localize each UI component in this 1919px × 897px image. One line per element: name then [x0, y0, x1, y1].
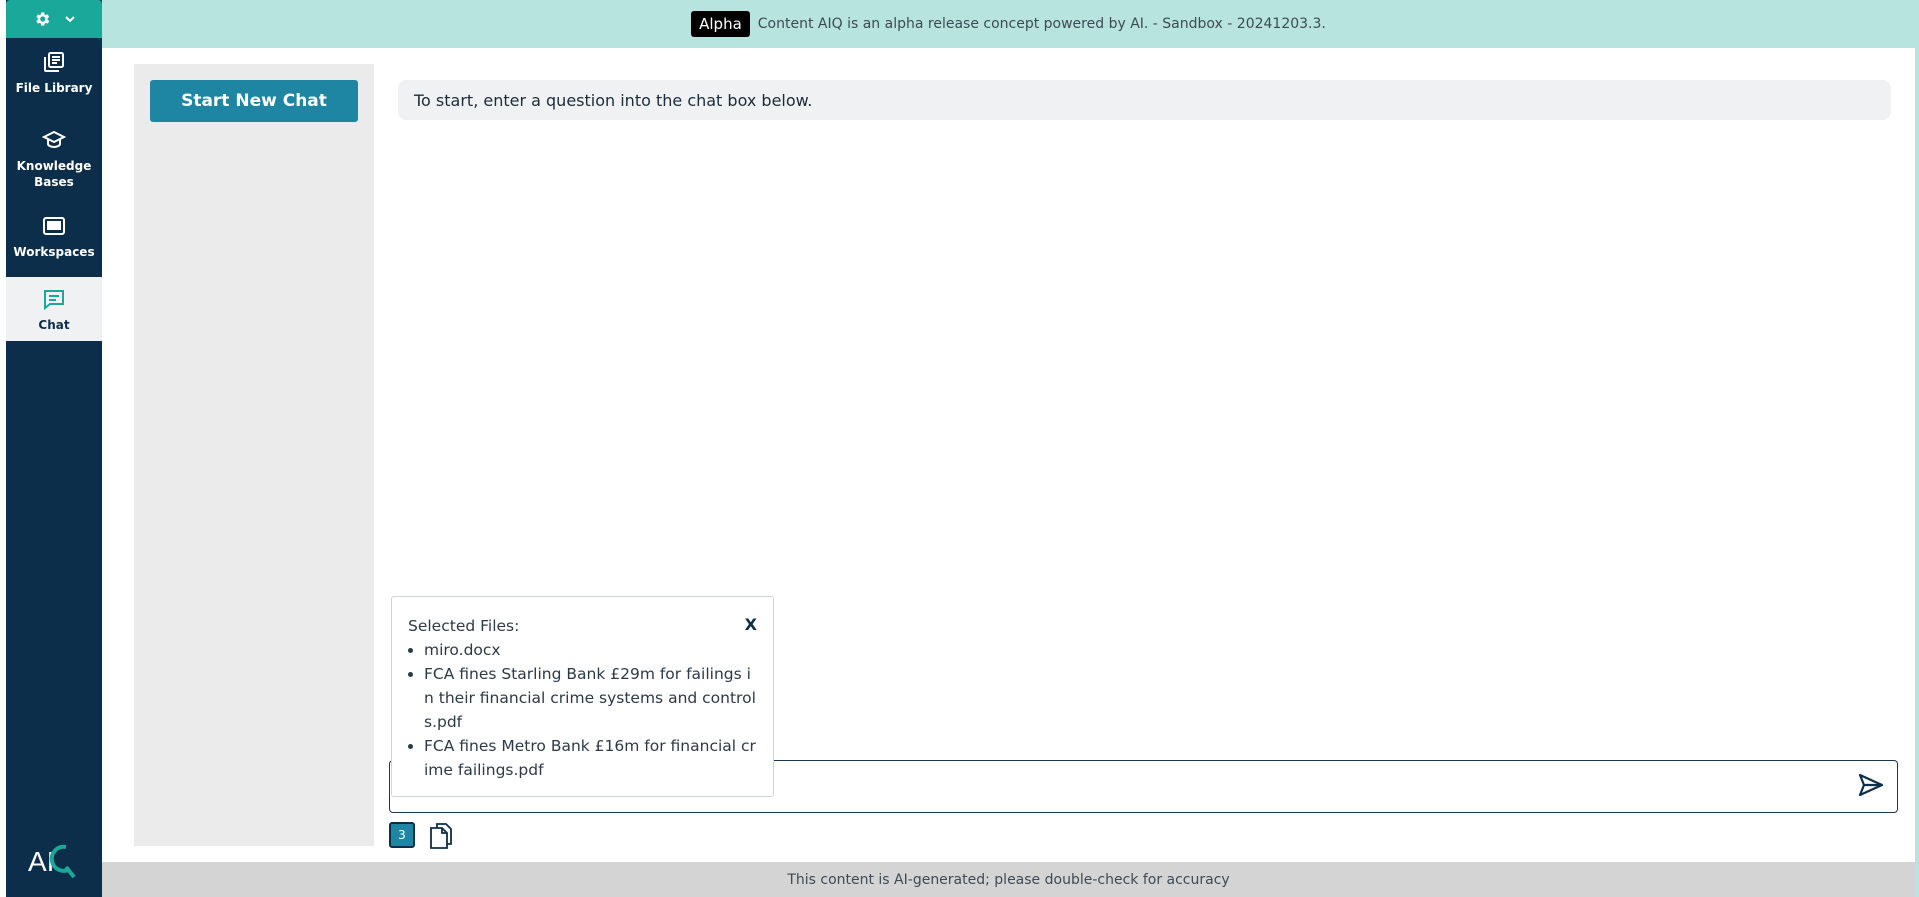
sidebar-item-label: Workspaces — [13, 245, 95, 259]
sidebar-item-label: Knowledge Bases — [16, 159, 92, 189]
gear-icon — [33, 10, 51, 28]
start-new-chat-button[interactable]: Start New Chat — [150, 80, 358, 122]
sidebar: File Library Knowledge Bases Workspaces … — [6, 0, 102, 897]
chat-list-panel: Start New Chat — [134, 64, 374, 846]
documents-icon — [429, 823, 453, 854]
selected-file-item: miro.docx — [424, 638, 757, 662]
chevron-down-icon — [65, 15, 75, 23]
sidebar-item-file-library[interactable]: File Library — [6, 48, 102, 104]
intro-message-text: To start, enter a question into the chat… — [414, 90, 813, 110]
footer-text: This content is AI-generated; please dou… — [787, 871, 1230, 888]
sidebar-item-knowledge-bases[interactable]: Knowledge Bases — [6, 126, 102, 192]
window-edge — [1915, 0, 1919, 897]
sidebar-item-label: File Library — [15, 81, 93, 95]
workspace-icon — [40, 212, 68, 240]
banner-text: Content AIQ is an alpha release concept … — [757, 16, 1326, 32]
selected-files-title: Selected Files: — [408, 617, 520, 635]
selected-file-count-badge[interactable]: 3 — [389, 822, 415, 848]
sidebar-item-label: Chat — [38, 318, 70, 332]
selected-file-item: FCA fines Metro Bank £16m for financial … — [424, 734, 757, 782]
disclaimer-footer: This content is AI-generated; please dou… — [102, 862, 1915, 897]
graduation-cap-icon — [40, 126, 68, 154]
chat-icon — [40, 285, 68, 313]
files-button[interactable] — [429, 822, 453, 850]
sidebar-item-workspaces[interactable]: Workspaces — [6, 212, 102, 268]
settings-menu-button[interactable] — [6, 0, 102, 38]
selected-file-item: FCA fines Starling Bank £29m for failing… — [424, 662, 757, 734]
alpha-banner: Alpha Content AIQ is an alpha release co… — [102, 0, 1915, 48]
send-icon — [1858, 773, 1884, 801]
intro-message: To start, enter a question into the chat… — [398, 80, 1891, 120]
selected-files-popup: Selected Files: X miro.docx FCA fines St… — [391, 596, 774, 797]
alpha-badge: Alpha — [691, 11, 750, 37]
selected-files-list: miro.docx FCA fines Starling Bank £29m f… — [408, 638, 757, 782]
sidebar-item-chat[interactable]: Chat — [6, 277, 102, 341]
send-button[interactable] — [1857, 773, 1885, 801]
close-selected-files-button[interactable]: X — [745, 613, 757, 637]
aiq-logo: AI — [28, 835, 84, 883]
library-icon — [40, 48, 68, 76]
